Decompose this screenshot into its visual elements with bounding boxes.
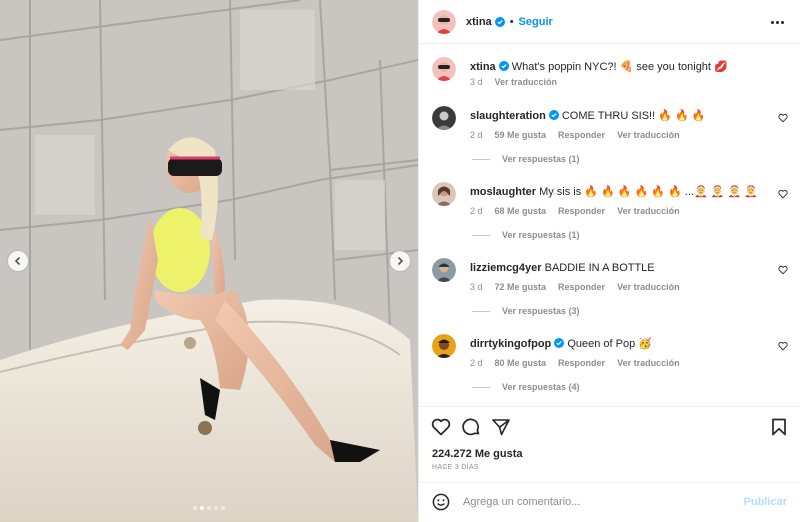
see-translation-button[interactable]: Ver traducción: [495, 77, 558, 87]
comment-username[interactable]: dirrtykingofpop: [470, 338, 551, 350]
verified-badge-icon: [498, 61, 509, 71]
save-bookmark-icon[interactable]: [769, 417, 789, 437]
replies-divider: [472, 158, 490, 160]
comment-likes[interactable]: 68 Me gusta: [495, 206, 547, 216]
comment-meta: 3 d 72 Me gusta Responder Ver traducción: [470, 282, 680, 292]
see-translation-button[interactable]: Ver traducción: [617, 282, 680, 292]
like-heart-icon[interactable]: [431, 417, 451, 437]
replies-divider: [472, 386, 490, 388]
comment-body: Queen of Pop 🥳: [567, 338, 652, 350]
post-likes-count[interactable]: 224.272 Me gusta: [432, 448, 523, 460]
header-separator: •: [509, 15, 514, 28]
comment-age[interactable]: 2 d: [470, 358, 483, 368]
like-comment-heart-icon[interactable]: [778, 341, 788, 351]
verified-badge-icon: [494, 16, 505, 27]
view-replies-button[interactable]: Ver respuestas (1): [472, 154, 580, 164]
caption-meta: 3 d Ver traducción: [470, 77, 557, 87]
carousel-dot: [214, 506, 218, 510]
emoji-smiley-icon[interactable]: [432, 493, 450, 511]
comment-username[interactable]: moslaughter: [470, 186, 536, 198]
carousel-dot: [221, 506, 225, 510]
follow-button[interactable]: Seguir: [519, 16, 553, 28]
comment-age[interactable]: 2 d: [470, 206, 483, 216]
like-comment-heart-icon[interactable]: [778, 189, 788, 199]
author-avatar[interactable]: [432, 57, 456, 81]
reply-button[interactable]: Responder: [558, 282, 605, 292]
comment-text: slaughteration COME THRU SIS!! 🔥 🔥 🔥: [470, 109, 770, 123]
post-photo: [0, 0, 418, 522]
carousel-dot: [207, 506, 211, 510]
like-comment-heart-icon[interactable]: [778, 113, 788, 123]
share-paper-plane-icon[interactable]: [491, 417, 511, 437]
carousel-dots: [0, 506, 418, 510]
view-replies-button[interactable]: Ver respuestas (4): [472, 382, 580, 392]
carousel-dot: [200, 506, 204, 510]
author-avatar[interactable]: [432, 9, 456, 34]
view-replies-label: Ver respuestas (1): [502, 230, 580, 240]
view-replies-button[interactable]: Ver respuestas (1): [472, 230, 580, 240]
carousel-dot: [193, 506, 197, 510]
see-translation-button[interactable]: Ver traducción: [617, 206, 680, 216]
comment-text: moslaughter My sis is 🔥 🔥 🔥 🔥 🔥 🔥 ...🤶 🤶…: [470, 185, 770, 199]
chevron-right-icon: [397, 256, 404, 266]
replies-divider: [472, 234, 490, 236]
commenter-avatar[interactable]: [432, 334, 456, 358]
view-replies-label: Ver respuestas (1): [502, 154, 580, 164]
comment-likes[interactable]: 72 Me gusta: [495, 282, 547, 292]
verified-badge-icon: [548, 110, 559, 120]
post-actions: 224.272 Me gusta HACE 3 DÍAS Publicar: [419, 406, 800, 522]
verified-badge-icon: [554, 338, 565, 348]
commenter-avatar[interactable]: [432, 182, 456, 206]
comment-body: My sis is 🔥 🔥 🔥 🔥 🔥 🔥 ...🤶 🤶 🤶 🤶: [539, 186, 758, 198]
post-panel: xtina • Seguir xtina What's poppin NYC?!…: [418, 0, 800, 522]
view-replies-label: Ver respuestas (4): [502, 382, 580, 392]
more-dot-icon: [781, 20, 784, 24]
action-bar: [431, 417, 789, 437]
reply-button[interactable]: Responder: [558, 130, 605, 140]
next-photo-button[interactable]: [390, 251, 410, 271]
publish-button[interactable]: Publicar: [744, 496, 787, 508]
comment-age[interactable]: 2 d: [470, 130, 483, 140]
comment-input[interactable]: [463, 494, 713, 510]
comment-text: lizziemcg4yer BADDIE IN A BOTTLE: [470, 261, 770, 275]
comment-username[interactable]: slaughteration: [470, 110, 546, 122]
post-media: [0, 0, 418, 522]
comments-list: xtina What's poppin NYC?! 🍕 see you toni…: [419, 44, 800, 406]
comment-likes[interactable]: 80 Me gusta: [495, 358, 547, 368]
author-username[interactable]: xtina: [466, 16, 492, 28]
caption-body: What's poppin NYC?! 🍕 see you tonight 💋: [511, 61, 728, 73]
reply-button[interactable]: Responder: [558, 358, 605, 368]
view-replies-button[interactable]: Ver respuestas (3): [472, 306, 580, 316]
comment-text: dirrtykingofpop Queen of Pop 🥳: [470, 337, 770, 351]
commenter-avatar[interactable]: [432, 258, 456, 282]
more-options-button[interactable]: [771, 16, 785, 28]
comment-meta: 2 d 80 Me gusta Responder Ver traducción: [470, 358, 680, 368]
previous-photo-button[interactable]: [8, 251, 28, 271]
more-dot-icon: [776, 20, 779, 24]
post-header: xtina • Seguir: [419, 0, 800, 44]
comment-bubble-icon[interactable]: [461, 417, 481, 437]
like-comment-heart-icon[interactable]: [778, 265, 788, 275]
more-dot-icon: [771, 20, 774, 24]
comment-meta: 2 d 59 Me gusta Responder Ver traducción: [470, 130, 680, 140]
comment-username[interactable]: lizziemcg4yer: [470, 262, 542, 274]
comment-body: BADDIE IN A BOTTLE: [544, 262, 655, 274]
comment-meta: 2 d 68 Me gusta Responder Ver traducción: [470, 206, 680, 216]
add-comment-bar: Publicar: [419, 482, 800, 522]
replies-divider: [472, 310, 490, 312]
comment-age[interactable]: 3 d: [470, 282, 483, 292]
see-translation-button[interactable]: Ver traducción: [617, 130, 680, 140]
chevron-left-icon: [14, 256, 21, 266]
commenter-avatar[interactable]: [432, 106, 456, 130]
post-timestamp[interactable]: HACE 3 DÍAS: [432, 464, 479, 471]
view-replies-label: Ver respuestas (3): [502, 306, 580, 316]
reply-button[interactable]: Responder: [558, 206, 605, 216]
comment-body: COME THRU SIS!! 🔥 🔥 🔥: [561, 110, 706, 122]
comment-likes[interactable]: 59 Me gusta: [495, 130, 547, 140]
caption-age[interactable]: 3 d: [470, 77, 483, 87]
caption-username[interactable]: xtina: [470, 61, 496, 73]
see-translation-button[interactable]: Ver traducción: [617, 358, 680, 368]
caption-text: xtina What's poppin NYC?! 🍕 see you toni…: [470, 60, 770, 74]
